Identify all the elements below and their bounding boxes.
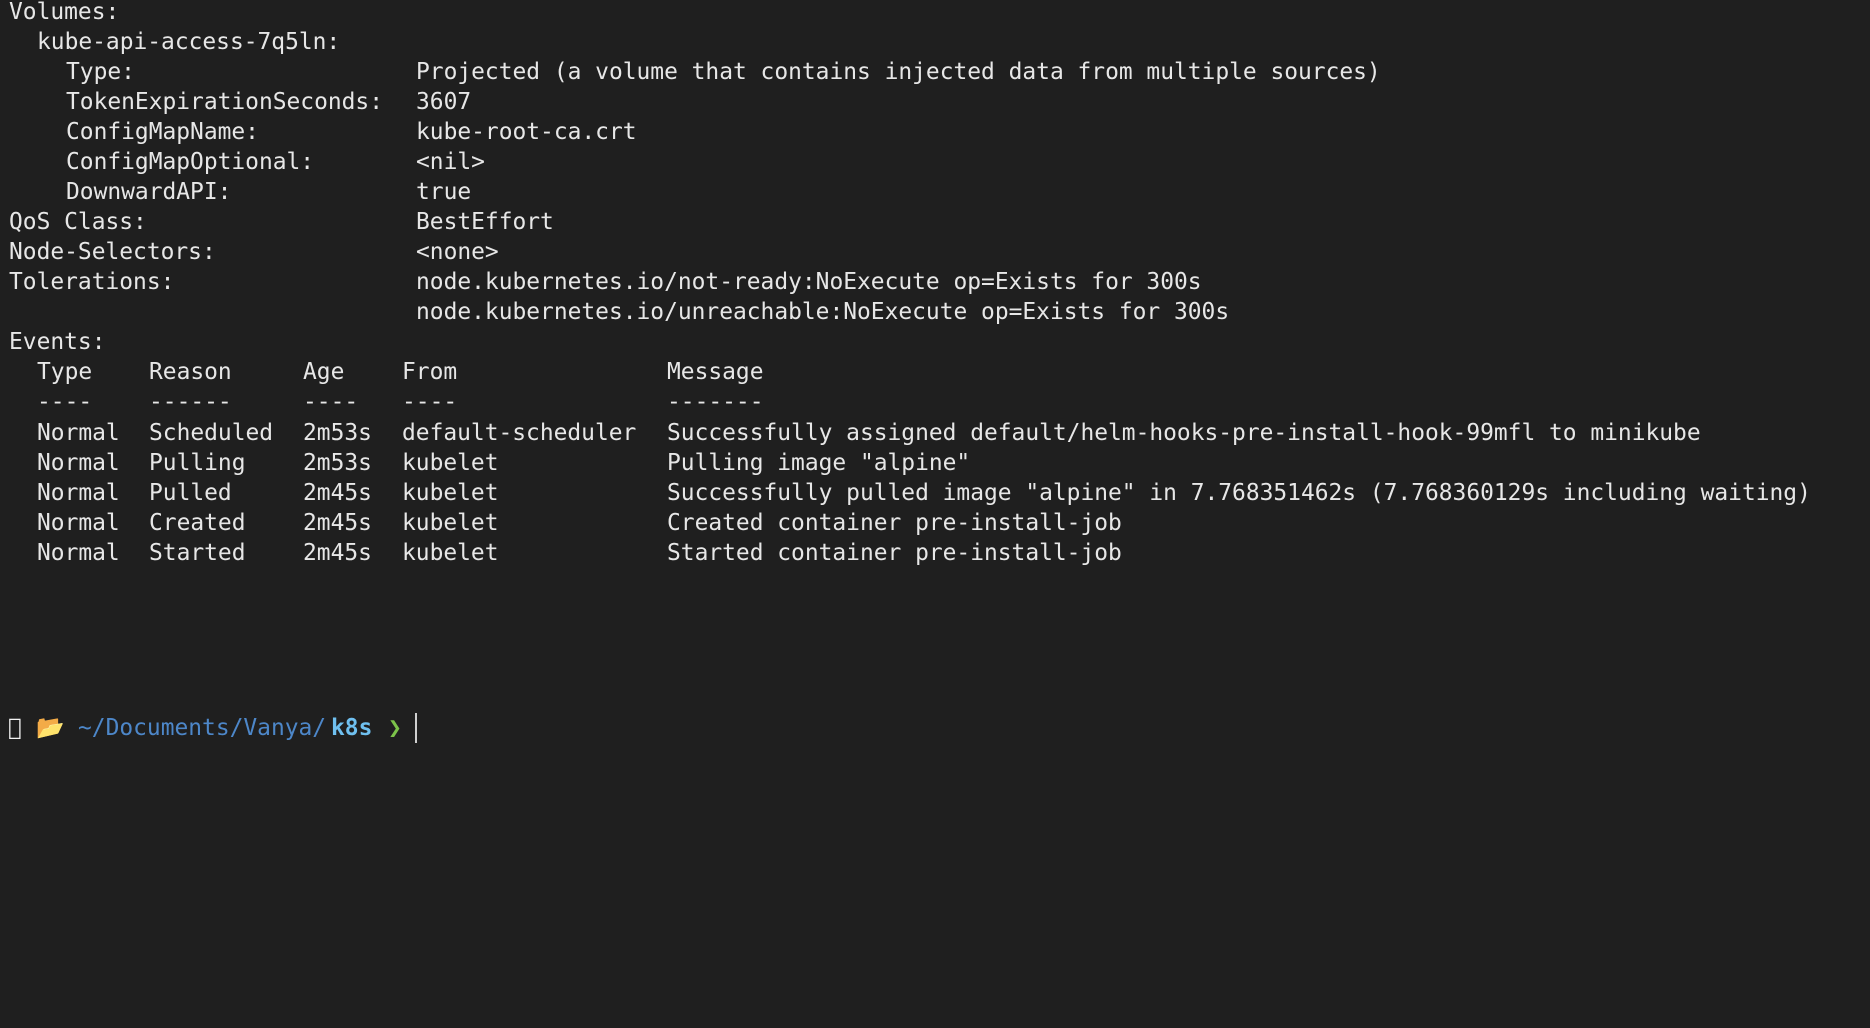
event-age: 2m45s — [303, 540, 372, 566]
apple-icon:  — [8, 715, 22, 741]
event-reason: Started — [149, 540, 246, 566]
prompt-current-dir: k8s — [331, 715, 373, 741]
prompt-path: ~/Documents/Vanya/ — [78, 715, 327, 741]
terminal-window[interactable]: Volumes: kube-api-access-7q5ln: Type: Pr… — [0, 0, 1870, 743]
prompt-arrow-icon: ❯ — [388, 715, 402, 741]
event-type: Normal — [37, 540, 120, 566]
field-value: Projected (a volume that contains inject… — [416, 59, 1381, 85]
shell-prompt:  📂 ~/Documents/Vanya/ k8s ❯ — [0, 708, 417, 748]
event-message: Started container pre-install-job — [667, 540, 1122, 566]
text-cursor[interactable] — [415, 713, 417, 743]
event-row: Normal Started 2m45s kubelet Started con… — [0, 535, 1122, 571]
toleration-value: node.kubernetes.io/unreachable:NoExecute… — [416, 299, 1230, 325]
event-from: kubelet — [402, 540, 499, 566]
folder-icon: 📂 — [36, 715, 65, 741]
